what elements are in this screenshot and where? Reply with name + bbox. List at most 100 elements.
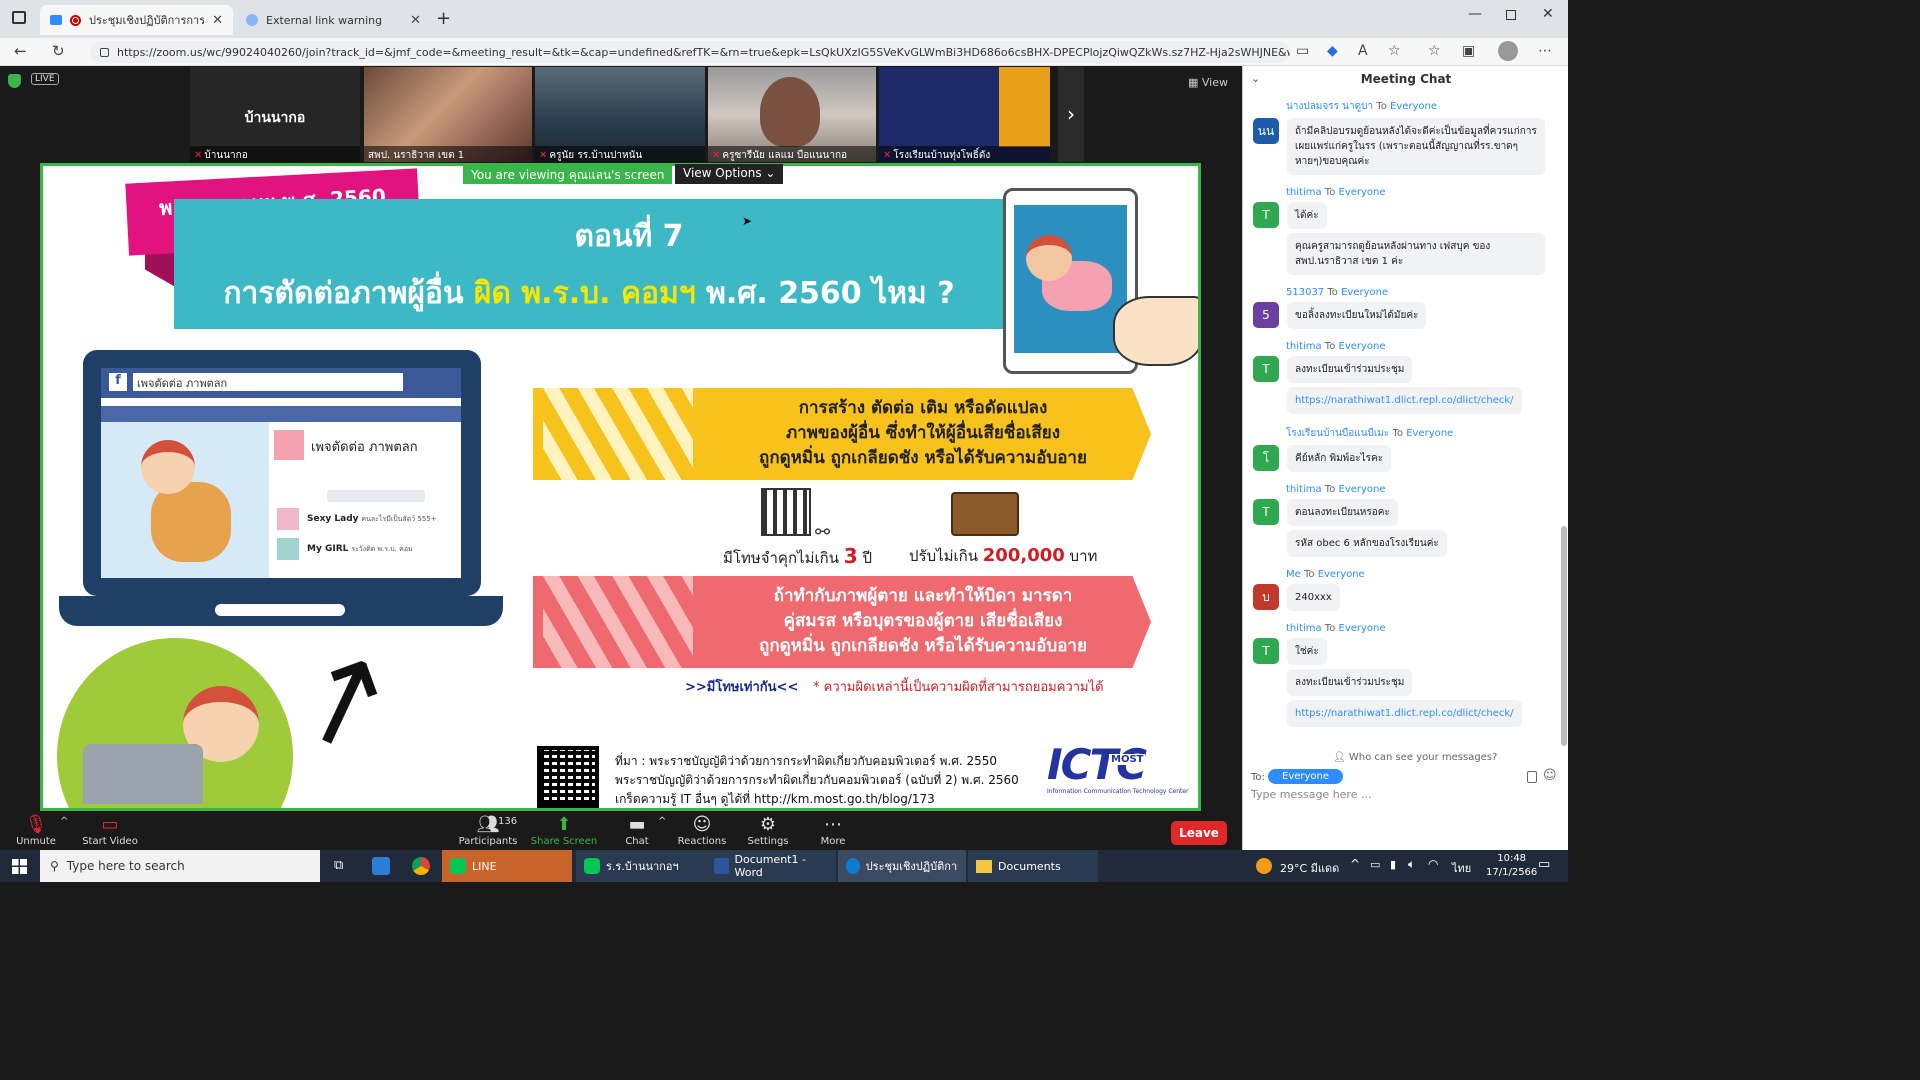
url-field[interactable]: https://zoom.us/wc/99024040260/join?trac… xyxy=(90,41,1290,63)
chat-bubble: ถ้ามีคลิปอบรมดูย้อนหลังได้จะดีค่ะเป็นข้อ… xyxy=(1287,118,1545,175)
chat-avatar: 5 xyxy=(1253,302,1279,328)
maximize-icon[interactable] xyxy=(1506,10,1516,20)
stripe-decoration xyxy=(543,576,693,668)
audio-options-chevron-icon[interactable]: ^ xyxy=(60,816,68,827)
chat-message: https://narathiwat1.dlict.repl.co/dlict/… xyxy=(1253,700,1561,731)
chat-message: โ คีย์หลัก พิมพ์อะไรคะ xyxy=(1253,445,1561,476)
viewing-banner: You are viewing คุณแลน's screen xyxy=(463,164,673,184)
chat-message: บ 240xxx xyxy=(1253,584,1561,615)
taskbar-app-documents[interactable]: Documents xyxy=(968,850,1098,882)
chat-sender: Me To Everyone xyxy=(1286,569,1365,580)
tab-actions-icon[interactable] xyxy=(12,11,26,24)
chat-bubble: ใช่ค่ะ xyxy=(1287,638,1327,665)
live-badge: LIVE xyxy=(31,73,59,85)
chrome-icon[interactable] xyxy=(412,857,430,875)
chat-bubble: ขอลิ้งลงทะเบียนใหม่ได้มัยค่ะ xyxy=(1287,302,1427,329)
who-can-see-link[interactable]: 👤︎ Who can see your messages? xyxy=(1333,752,1497,763)
view-options-button[interactable]: View Options ⌄ xyxy=(675,164,784,184)
favorite-add-icon[interactable]: ☆ xyxy=(1388,43,1401,59)
refresh-icon[interactable]: ↻ xyxy=(52,42,65,60)
tray-chevron-icon[interactable]: ^ xyxy=(1350,857,1360,871)
chat-messages[interactable]: นางปลมจรร นาดูบา To Everyone นน ถ้ามีคลิปอ… xyxy=(1243,91,1561,751)
chat-avatar: T xyxy=(1253,499,1279,525)
participant-tile[interactable]: ✕ ครูนัย รร.บ้านปาหนัน xyxy=(535,67,705,162)
extension-icon[interactable]: ◆ xyxy=(1327,43,1338,59)
tab-zoom-meeting[interactable]: ประชุมเชิงปฏิบัติการการสร้างควา ✕ xyxy=(40,5,233,35)
chat-message: T ลงทะเบียนเข้าร่วมประชุม xyxy=(1253,356,1561,387)
chat-bubble: https://narathiwat1.dlict.repl.co/dlict/… xyxy=(1287,387,1522,414)
weather-text[interactable]: 29°C มีแดด xyxy=(1280,859,1339,877)
security-shield-icon xyxy=(8,74,21,88)
fb-header: f เพจตัดต่อ ภาพตลก xyxy=(101,368,461,398)
participant-tile[interactable]: สพป. นราธิวาส เขต 1 xyxy=(364,67,532,162)
chat-bubble: ลงทะเบียนเข้าร่วมประชุม xyxy=(1287,669,1413,696)
taskbar-search[interactable]: ⚲ Type here to search xyxy=(40,850,320,882)
close-tab-icon[interactable]: ✕ xyxy=(410,13,421,28)
profile-avatar[interactable] xyxy=(1498,41,1518,61)
windows-taskbar: ⚲ Type here to search ⧉ LINE ร.ร.บ้านนากอ… xyxy=(0,850,1568,882)
wifi-icon[interactable]: ◠ xyxy=(1428,857,1438,871)
participant-tile[interactable]: ✕ ครูซารีนัย แลแม บือแนนากอ xyxy=(708,67,876,162)
chat-message: T ใช่ค่ะ xyxy=(1253,638,1561,669)
new-tab-button[interactable]: + xyxy=(436,8,451,29)
close-window-icon[interactable]: ✕ xyxy=(1542,6,1554,22)
chat-input[interactable]: Type message here ... xyxy=(1251,788,1551,801)
app-icon[interactable] xyxy=(372,857,390,875)
fb-search-box: เพจตัดต่อ ภาพตลก xyxy=(133,373,403,391)
favorites-icon[interactable]: ☆ xyxy=(1428,43,1441,59)
recipient-select[interactable]: Everyone xyxy=(1268,769,1344,784)
view-button[interactable]: ▦ View xyxy=(1188,76,1228,89)
tile-poster-accent xyxy=(999,67,1050,147)
muted-mic-icon: ✕ xyxy=(194,150,203,161)
more-button[interactable]: ⋯ More xyxy=(793,814,873,847)
task-view-icon[interactable]: ⧉ xyxy=(334,858,343,873)
cast-icon[interactable]: ▭ xyxy=(1296,43,1309,59)
word-icon xyxy=(714,858,729,874)
taskbar-app-edge[interactable]: ประชุมเชิงปฏิบัติการ... xyxy=(838,850,966,882)
notification-icon[interactable]: ▭ xyxy=(1538,857,1550,872)
start-video-button[interactable]: ▭ Start Video xyxy=(70,814,150,847)
fb-comment: Sexy Lady คนละไรมีเป็นสัตว์ 555+ xyxy=(307,514,437,524)
next-participants-icon[interactable]: › xyxy=(1058,67,1084,162)
participant-name: ✕ ครูนัย รร.บ้านปาหนัน xyxy=(535,146,705,162)
mic-tray-icon[interactable]: ▮ xyxy=(1390,858,1396,871)
muted-mic-icon: ✕ xyxy=(712,150,721,161)
taskbar-app-line[interactable]: LINE xyxy=(442,850,572,882)
participants-count: 136 xyxy=(498,816,518,827)
share-screen-button[interactable]: ⬆ Share Screen xyxy=(524,814,604,847)
collections-icon[interactable]: ▣ xyxy=(1462,43,1475,59)
chat-link[interactable]: https://narathiwat1.dlict.repl.co/dlict/… xyxy=(1295,708,1514,719)
clock[interactable]: 10:48 17/1/2566 xyxy=(1486,852,1537,880)
file-icon[interactable] xyxy=(1527,771,1537,783)
headline-banner: ตอนที่ 7 การตัดต่อภาพผู้อื่น ผิด พ.ร.บ. … xyxy=(174,199,1004,329)
close-tab-icon[interactable]: ✕ xyxy=(212,13,223,28)
offense-text: การสร้าง ตัดต่อ เติม หรือดัดแปลง ภาพของผู… xyxy=(759,398,1087,468)
volume-icon[interactable]: 🔈︎ xyxy=(1408,857,1415,872)
zoom-meeting-area: LIVE บ้านนากอ ✕ บ้านนากอ สพป. นราธิวาส เข… xyxy=(0,66,1242,812)
chat-scrollbar[interactable] xyxy=(1561,526,1567,746)
to-label: To: xyxy=(1251,772,1265,783)
participant-tile[interactable]: บ้านนากอ ✕ บ้านนากอ xyxy=(190,67,360,162)
chat-link[interactable]: https://narathiwat1.dlict.repl.co/dlict/… xyxy=(1295,395,1514,406)
back-icon[interactable]: ← xyxy=(14,42,27,60)
logo-caption: Information Communication Technology Cen… xyxy=(1047,788,1189,795)
start-windows-icon[interactable] xyxy=(12,859,27,874)
emoji-icon[interactable]: ☺ xyxy=(1543,768,1557,783)
minimize-icon[interactable]: — xyxy=(1468,6,1482,22)
qr-code xyxy=(537,746,599,808)
taskbar-app-word[interactable]: Document1 - Word xyxy=(706,850,836,882)
language-indicator[interactable]: ไทย xyxy=(1452,859,1471,877)
participant-tile[interactable]: ✕ โรงเรียนบ้านทุ่งโพธิ์ดัง xyxy=(879,67,1050,162)
hand-pointer xyxy=(1113,296,1198,366)
leave-button[interactable]: Leave xyxy=(1171,821,1227,845)
taskbar-app-line-group[interactable]: ร.ร.บ้านนากอฯ xyxy=(576,850,706,882)
network-icon[interactable]: ▭ xyxy=(1370,858,1380,871)
mouse-cursor-icon: ➤ xyxy=(742,214,753,228)
menu-dots-icon[interactable]: ⋯ xyxy=(1538,43,1552,59)
chat-message: รหัส obec 6 หลักของโรงเรียนค่ะ xyxy=(1253,530,1561,561)
chevron-down-icon: ⌄ xyxy=(765,166,776,180)
tab-external-link[interactable]: External link warning ✕ xyxy=(236,5,431,35)
read-aloud-icon[interactable]: A xyxy=(1358,43,1368,59)
weather-icon xyxy=(1256,858,1272,874)
chat-avatar xyxy=(1253,700,1279,726)
